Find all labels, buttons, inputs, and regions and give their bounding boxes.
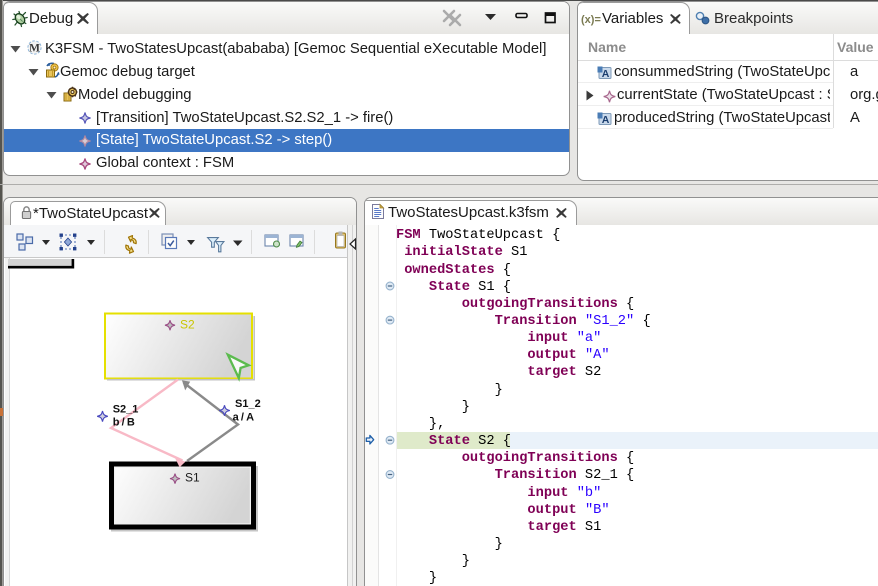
svg-text:S2: S2 bbox=[180, 318, 195, 332]
svg-text:S1_2: S1_2 bbox=[235, 398, 261, 410]
svg-text:A: A bbox=[602, 114, 610, 126]
svg-text:M: M bbox=[29, 43, 40, 55]
svg-text:S1: S1 bbox=[185, 471, 200, 485]
svg-text:a / A: a / A bbox=[233, 412, 255, 424]
svg-text:S2_1: S2_1 bbox=[113, 404, 139, 416]
svg-text:A: A bbox=[602, 68, 610, 80]
svg-text:b / B: b / B bbox=[113, 417, 135, 429]
